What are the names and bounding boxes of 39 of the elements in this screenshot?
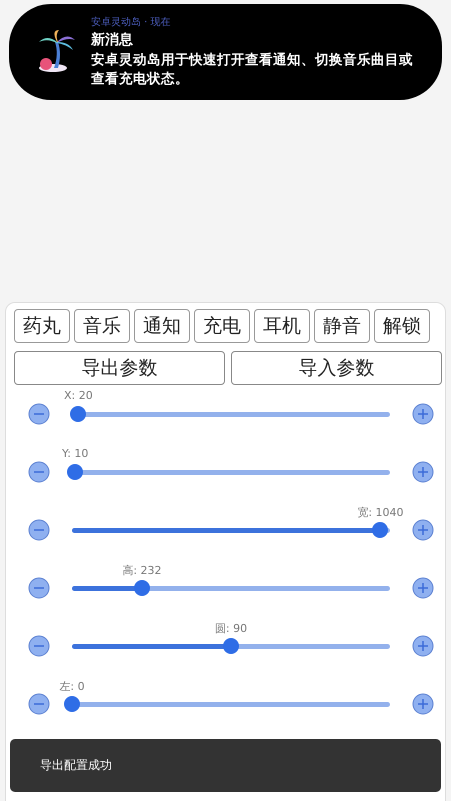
minus-icon[interactable] xyxy=(28,693,50,715)
import-button[interactable]: 导入参数 xyxy=(231,351,442,385)
export-button[interactable]: 导出参数 xyxy=(14,351,225,385)
app-name: 安卓灵动岛 · 现在 xyxy=(91,16,172,29)
toast-text: 导出配置成功 xyxy=(40,757,112,774)
plus-icon[interactable] xyxy=(412,461,434,483)
plus-icon[interactable] xyxy=(412,403,434,425)
plus-icon[interactable] xyxy=(412,519,434,541)
notification-card[interactable]: 安卓灵动岛 · 现在 新消息 安卓灵动岛用于快速打开查看通知、切换音乐曲目或查看充电状态。 xyxy=(9,4,442,100)
slider-thumb[interactable] xyxy=(70,406,86,422)
notification-body: 安卓灵动岛用于快速打开查看通知、切换音乐曲目或查看充电状态。 xyxy=(91,51,414,89)
slider-thumb[interactable] xyxy=(64,696,80,712)
minus-icon[interactable] xyxy=(28,403,50,425)
style-tab[interactable]: 耳机 xyxy=(254,309,310,343)
slider-value: X: 20 xyxy=(64,389,93,402)
slider-value: 高: 232 xyxy=(122,563,162,578)
slider-value: 圆: 90 xyxy=(214,621,248,636)
slider-value: 宽: 1040 xyxy=(357,505,404,520)
slider-value: 左: 0 xyxy=(59,679,85,694)
style-tab[interactable]: 药丸 xyxy=(14,309,70,343)
style-tab[interactable]: 音乐 xyxy=(74,309,130,343)
notification-title: 新消息 xyxy=(91,31,134,49)
slider-value: Y: 10 xyxy=(62,447,88,460)
minus-icon[interactable] xyxy=(28,461,50,483)
style-tab[interactable]: 通知 xyxy=(134,309,190,343)
slider-thumb[interactable] xyxy=(67,464,84,480)
slider-thumb[interactable] xyxy=(372,522,388,538)
style-tab[interactable]: 解锁 xyxy=(374,309,430,343)
plus-icon[interactable] xyxy=(412,577,434,599)
palm-tree-icon xyxy=(37,30,77,74)
slider-thumb[interactable] xyxy=(134,580,150,596)
plus-icon[interactable] xyxy=(412,693,434,715)
plus-icon[interactable] xyxy=(412,635,434,657)
minus-icon[interactable] xyxy=(28,577,50,599)
slider-thumb[interactable] xyxy=(223,638,239,654)
minus-icon[interactable] xyxy=(28,635,50,657)
style-tab[interactable]: 充电 xyxy=(194,309,250,343)
style-tab[interactable]: 静音 xyxy=(314,309,370,343)
minus-icon[interactable] xyxy=(28,519,50,541)
